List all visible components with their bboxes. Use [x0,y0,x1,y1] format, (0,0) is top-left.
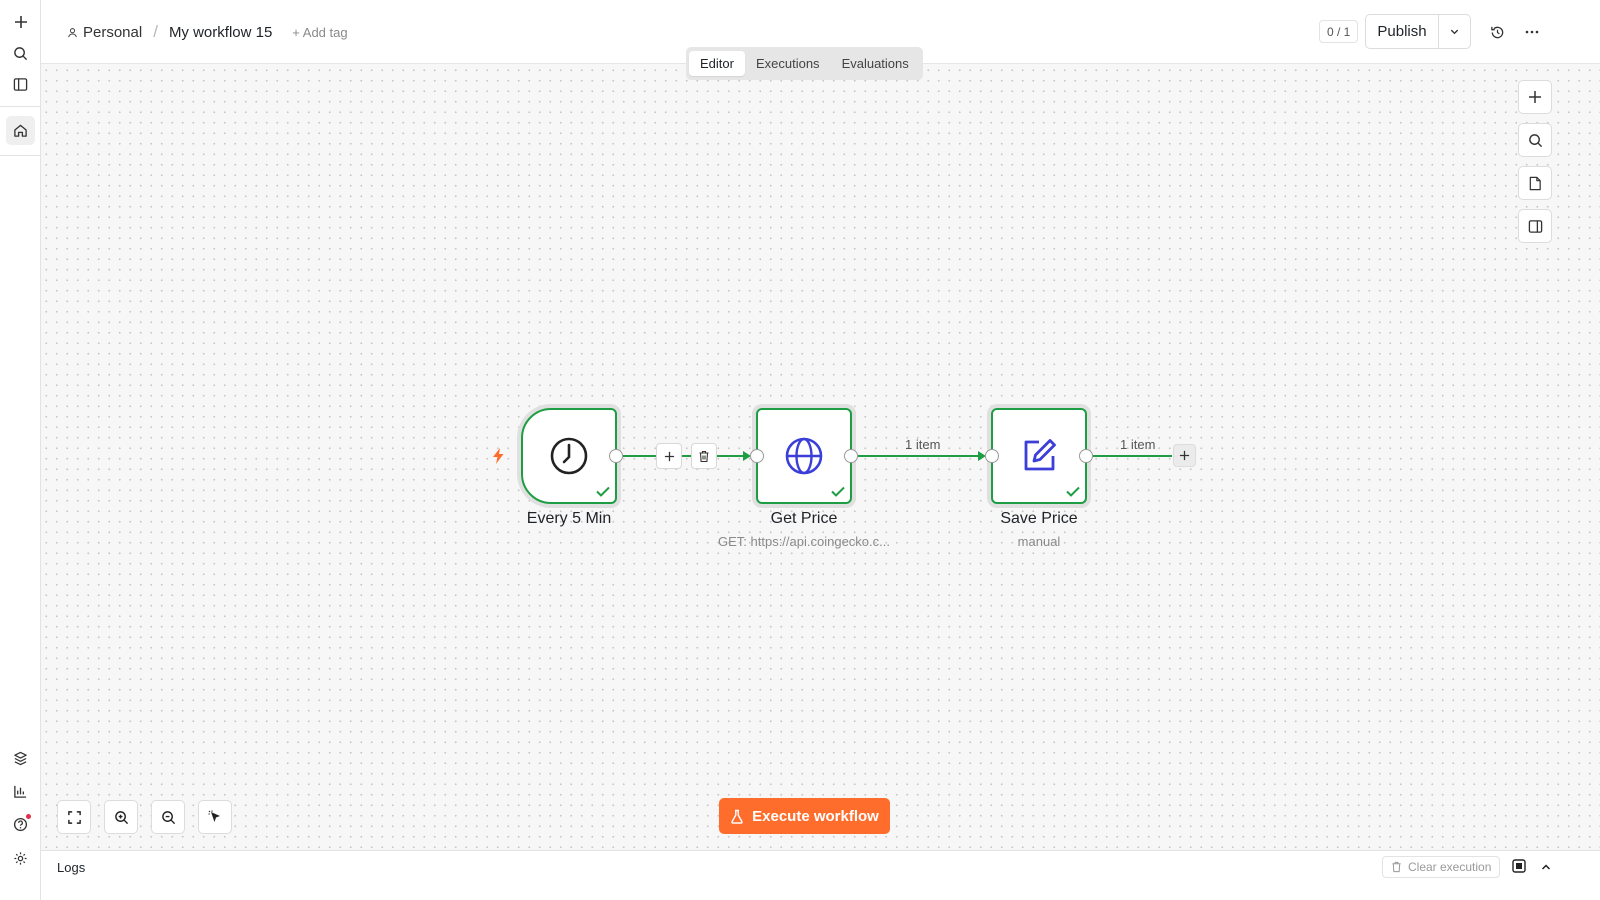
panel-icon [1528,219,1542,233]
insights-icon[interactable] [6,777,35,806]
output-handle[interactable] [1079,449,1093,463]
zoom-out-button[interactable] [151,800,185,834]
trigger-bolt-icon [490,447,506,470]
note-icon [1529,176,1541,190]
output-handle[interactable] [609,449,623,463]
add-tag-button[interactable]: + Add tag [292,25,347,40]
magic-cursor-icon [208,810,220,822]
tab-evaluations[interactable]: Evaluations [831,51,920,76]
success-check-icon [831,486,845,497]
sticky-note-button[interactable] [1518,166,1552,200]
edit-icon [1024,439,1056,471]
fit-view-button[interactable] [57,800,91,834]
home-icon[interactable] [6,116,35,145]
plus-icon [664,451,674,461]
plus-icon [1179,450,1190,461]
search-nodes-button[interactable] [1518,123,1552,157]
sidebar-toggle-icon[interactable] [6,70,35,99]
more-options-icon[interactable] [1520,20,1544,44]
edge-item-count: 1 item [905,437,941,452]
breadcrumb-separator: / [153,22,158,41]
plus-icon [1529,91,1541,103]
node-get-price[interactable] [756,408,852,504]
flask-icon [731,809,743,824]
input-handle[interactable] [750,449,764,463]
node-label: Every 5 Min [526,510,612,527]
zoom-out-icon [161,810,175,824]
user-icon [68,27,77,37]
search-icon[interactable] [6,39,35,68]
publish-group: Publish [1365,14,1471,49]
globe-icon [785,437,823,475]
add-next-node-button[interactable] [1173,444,1196,467]
project-link[interactable]: Personal [67,24,142,41]
pop-out-icon[interactable] [1512,859,1526,878]
rail-divider [0,106,41,107]
chevron-down-icon [1450,29,1459,35]
success-check-icon [1066,486,1080,497]
breadcrumb: Personal / My workflow 15 + Add tag [67,22,348,42]
delete-connection-button[interactable] [691,443,717,469]
node-subtitle: GET: https://api.coingecko.c... [718,534,890,549]
execute-label: Execute workflow [752,807,879,825]
panel-toggle-button[interactable] [1518,209,1552,243]
fullscreen-icon [67,810,81,824]
node-every-5-min[interactable] [521,408,617,504]
tab-executions[interactable]: Executions [745,51,831,76]
execute-workflow-button[interactable]: Execute workflow [719,798,890,834]
trash-icon [1392,861,1401,873]
input-handle[interactable] [985,449,999,463]
search-icon [1528,133,1542,147]
logs-title: Logs [57,860,86,875]
publish-counter: 0 / 1 [1319,20,1359,43]
view-tabs: Editor Executions Evaluations [686,47,923,80]
success-check-icon [596,486,610,497]
tidy-up-button[interactable] [198,800,232,834]
logs-panel[interactable]: Logs Clear execution [41,850,1600,900]
settings-gear-icon[interactable] [6,844,35,873]
help-icon[interactable] [6,810,35,839]
trash-icon [699,450,709,462]
rail-divider [0,155,41,156]
project-name: Personal [83,23,143,41]
output-handle[interactable] [844,449,858,463]
insert-node-button[interactable] [656,443,682,469]
clock-icon [550,437,588,475]
node-label: Save Price [1000,510,1078,527]
workflow-name[interactable]: My workflow 15 [169,24,272,41]
history-icon[interactable] [1485,20,1509,44]
publish-button[interactable]: Publish [1366,15,1439,48]
clear-execution-label: Clear execution [1408,860,1492,874]
templates-icon[interactable] [6,744,35,773]
tab-editor[interactable]: Editor [689,51,745,76]
node-label: Get Price [770,510,838,527]
edge-item-count: 1 item [1120,437,1156,452]
chevron-up-icon[interactable] [1540,860,1552,878]
zoom-in-icon [114,810,128,824]
add-node-button[interactable] [1518,80,1552,114]
publish-dropdown-button[interactable] [1439,15,1470,48]
left-sidebar [0,0,41,900]
add-icon[interactable] [6,7,35,36]
node-save-price[interactable] [991,408,1087,504]
notification-dot [26,814,31,819]
clear-execution-button[interactable]: Clear execution [1382,856,1501,878]
node-subtitle: manual [1017,534,1061,549]
zoom-in-button[interactable] [104,800,138,834]
